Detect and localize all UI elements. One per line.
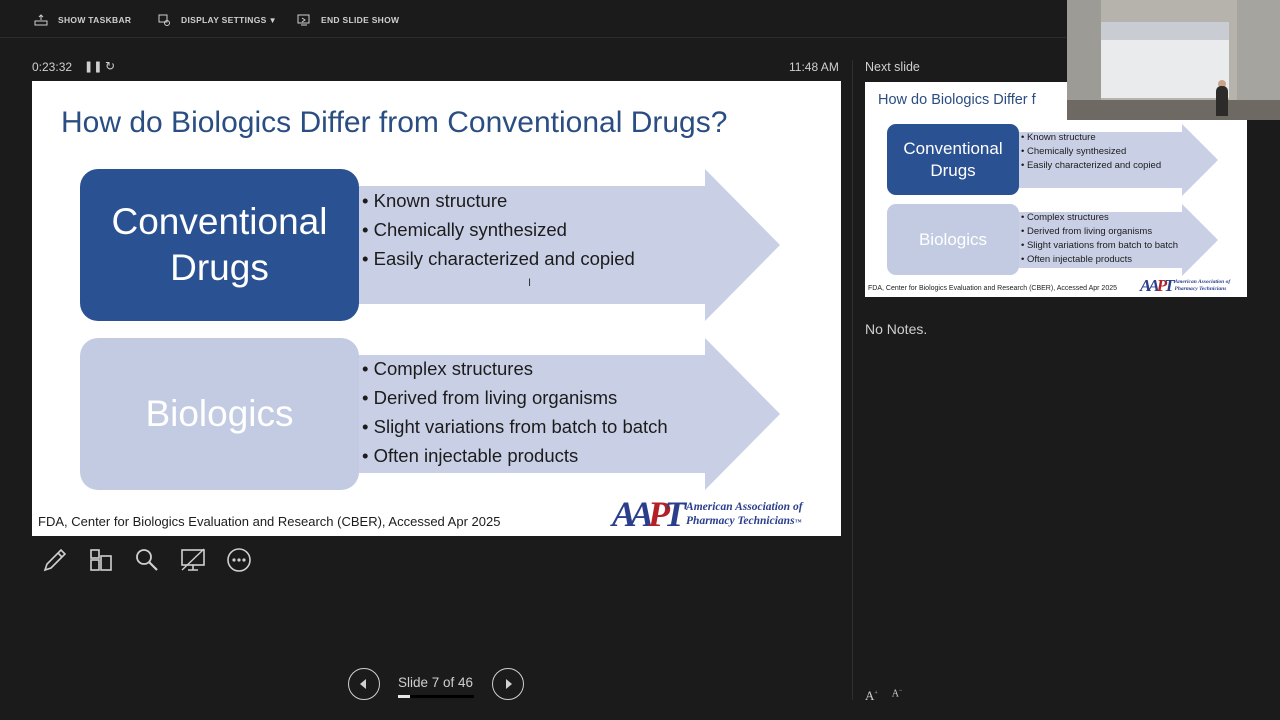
camera-floor bbox=[1067, 100, 1280, 120]
biologics-label: Biologics bbox=[145, 393, 294, 434]
display-settings-icon bbox=[157, 14, 171, 26]
display-settings-label: DISPLAY SETTINGS bbox=[181, 15, 267, 25]
text-cursor-icon: I bbox=[528, 277, 532, 289]
next-slide-title: How do Biologics Differ f bbox=[878, 92, 1036, 108]
logo-mark: AAPT bbox=[612, 494, 686, 534]
slide-progress-bar bbox=[398, 695, 474, 698]
presenter-tools bbox=[32, 544, 262, 576]
list-item: Derived from living organisms bbox=[1021, 225, 1178, 239]
list-item: Easily characterized and copied bbox=[1021, 159, 1161, 173]
presenter-camera-feed bbox=[1067, 0, 1280, 120]
speaker-notes[interactable]: No Notes. bbox=[865, 321, 927, 337]
display-settings-button[interactable]: DISPLAY SETTINGS ▼ bbox=[157, 14, 277, 26]
next-conventional-line1: Conventional bbox=[903, 138, 1003, 158]
next-biologics-label: Biologics bbox=[918, 229, 988, 249]
list-item: Often injectable products bbox=[1021, 253, 1178, 267]
logo-text-line1: American Association of bbox=[686, 500, 803, 513]
panel-divider[interactable] bbox=[852, 60, 853, 700]
list-item: Easily characterized and copied bbox=[362, 244, 635, 273]
logo-tm: ™ bbox=[794, 517, 802, 526]
next-slide-button[interactable] bbox=[492, 668, 524, 700]
list-item: Chemically synthesized bbox=[1021, 145, 1161, 159]
next-biologics-box: Biologics bbox=[887, 204, 1019, 275]
show-taskbar-button[interactable]: SHOW TASKBAR bbox=[34, 14, 131, 26]
chevron-down-icon: ▼ bbox=[268, 15, 277, 25]
next-aapt-logo: AAPT American Association of Pharmacy Te… bbox=[1140, 276, 1230, 296]
next-slide-source: FDA, Center for Biologics Evaluation and… bbox=[868, 285, 1118, 292]
next-icon bbox=[506, 679, 512, 689]
slide-title: How do Biologics Differ from Conventiona… bbox=[61, 106, 728, 139]
conventional-drugs-box: Conventional Drugs bbox=[80, 169, 359, 321]
list-item: Known structure bbox=[1021, 131, 1161, 145]
camera-presenter bbox=[1216, 86, 1228, 116]
end-slide-show-button[interactable]: END SLIDE SHOW bbox=[297, 14, 399, 26]
logo-text-line2: Pharmacy Technicians bbox=[686, 514, 795, 527]
black-screen-icon[interactable] bbox=[170, 544, 216, 576]
next-conventional-bullets: Known structure Chemically synthesized E… bbox=[1021, 131, 1161, 173]
pause-timer-icon[interactable]: ❚❚ bbox=[84, 60, 102, 73]
next-conventional-box: Conventional Drugs bbox=[887, 124, 1019, 195]
previous-slide-button[interactable] bbox=[348, 668, 380, 700]
increase-font-icon[interactable]: A+ bbox=[865, 688, 878, 704]
current-slide[interactable]: How do Biologics Differ from Conventiona… bbox=[32, 81, 841, 536]
conventional-label-line1: Conventional bbox=[111, 201, 328, 242]
more-options-icon[interactable] bbox=[216, 544, 262, 576]
show-taskbar-label: SHOW TASKBAR bbox=[58, 15, 132, 25]
list-item: Known structure bbox=[362, 186, 635, 215]
list-item: Derived from living organisms bbox=[362, 383, 668, 412]
reset-timer-icon[interactable]: ↻ bbox=[105, 59, 115, 73]
list-item: Slight variations from batch to batch bbox=[1021, 239, 1178, 253]
slide-source: FDA, Center for Biologics Evaluation and… bbox=[38, 514, 501, 529]
next-logo-text-line1: American Association of bbox=[1174, 279, 1231, 285]
camera-projection-screen bbox=[1101, 22, 1229, 98]
pen-icon[interactable] bbox=[32, 544, 78, 576]
next-biologics-bullets: Complex structures Derived from living o… bbox=[1021, 211, 1178, 267]
next-logo-mark: AAPT bbox=[1140, 276, 1175, 295]
conventional-label-line2: Drugs bbox=[170, 247, 269, 288]
list-item: Slight variations from batch to batch bbox=[362, 412, 668, 441]
end-show-icon bbox=[297, 14, 311, 26]
current-time: 11:48 AM bbox=[789, 60, 839, 74]
next-slide-label: Next slide bbox=[865, 60, 920, 74]
notes-font-controls: A+ A− bbox=[865, 688, 902, 704]
see-all-slides-icon[interactable] bbox=[78, 544, 124, 576]
next-conventional-line2: Drugs bbox=[930, 160, 976, 180]
list-item: Complex structures bbox=[1021, 211, 1178, 225]
conventional-bullets: Known structure Chemically synthesized E… bbox=[362, 186, 635, 273]
biologics-box: Biologics bbox=[80, 338, 359, 490]
list-item: Complex structures bbox=[362, 354, 668, 383]
slide-progress-fill bbox=[398, 695, 410, 698]
elapsed-timer: 0:23:32 bbox=[32, 60, 73, 74]
list-item: Chemically synthesized bbox=[362, 215, 635, 244]
previous-icon bbox=[360, 679, 366, 689]
biologics-bullets: Complex structures Derived from living o… bbox=[362, 354, 668, 470]
presenter-toolbar: SHOW TASKBAR DISPLAY SETTINGS ▼ END SLID… bbox=[0, 0, 1066, 38]
list-item: Often injectable products bbox=[362, 441, 668, 470]
slide-counter[interactable]: Slide 7 of 46 bbox=[398, 675, 473, 690]
decrease-font-icon[interactable]: A− bbox=[892, 688, 903, 704]
zoom-icon[interactable] bbox=[124, 544, 170, 576]
aapt-logo: AAPT American Association of Pharmacy Te… bbox=[612, 493, 803, 535]
taskbar-icon bbox=[34, 14, 48, 26]
end-slide-show-label: END SLIDE SHOW bbox=[321, 15, 400, 25]
next-logo-text-line2: Pharmacy Technicians bbox=[1174, 286, 1227, 292]
camera-screen-header bbox=[1101, 22, 1229, 40]
